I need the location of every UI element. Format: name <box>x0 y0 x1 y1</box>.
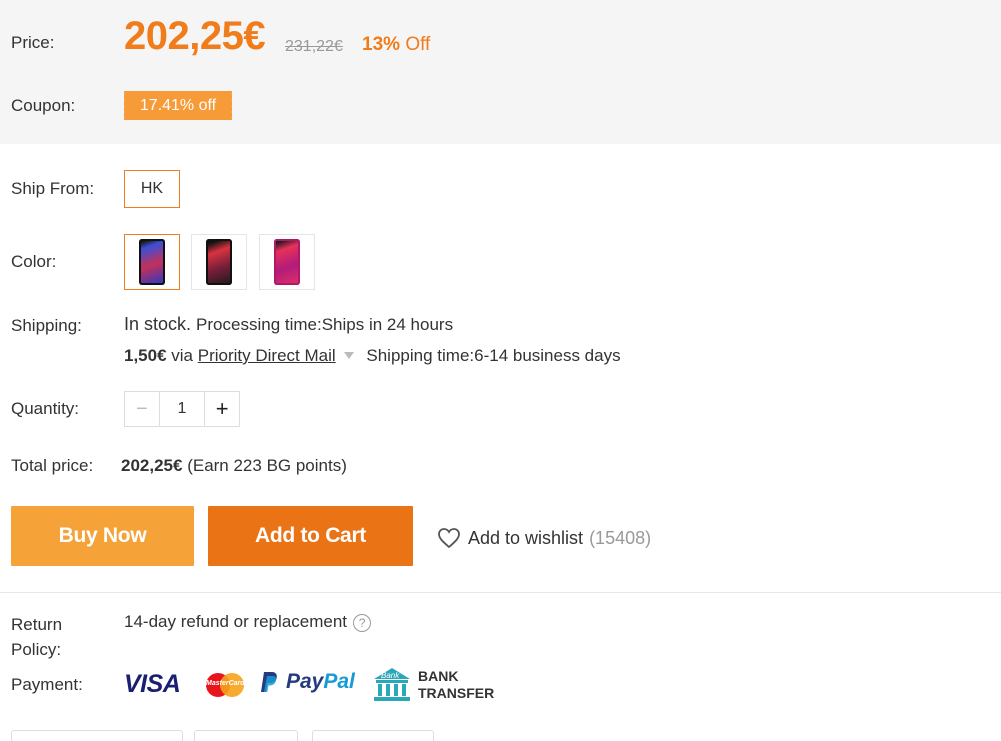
bank-icon-text: Bank <box>381 671 400 680</box>
return-policy-label-line2: Policy: <box>11 640 62 659</box>
shipping-via: via <box>171 346 194 365</box>
visa-logo: VISA <box>124 670 181 698</box>
coupon-tag[interactable]: 17.41% off <box>122 91 234 120</box>
ship-from-option-hk[interactable]: HK <box>124 170 180 208</box>
color-swatch-pink[interactable] <box>259 234 315 290</box>
wishlist-label: Add to wishlist <box>468 527 584 548</box>
wishlist-button[interactable]: Add to wishlist (15408) <box>437 527 651 549</box>
increment-button[interactable]: + <box>204 392 239 426</box>
shipping-time: Shipping time:6-14 business days <box>366 346 621 365</box>
stock-line: In stock. Processing time:Ships in 24 ho… <box>124 314 453 335</box>
return-policy-text: 14-day refund or replacement <box>124 612 348 631</box>
chevron-down-icon[interactable] <box>343 352 354 360</box>
ship-from-label: Ship From: <box>11 179 95 198</box>
discount-percent: 13% <box>362 34 401 55</box>
payment-label: Payment: <box>11 675 83 694</box>
return-policy-label-line1: Return <box>11 615 63 634</box>
return-policy: 14-day refund or replacement? <box>124 612 372 632</box>
phone-thumbnail <box>206 239 232 285</box>
stock-status: In stock. <box>124 314 192 334</box>
paypal-logo: Pay Pal <box>259 670 355 694</box>
paypal-text-pay: Pay <box>286 670 324 693</box>
buy-now-button[interactable]: Buy Now <box>11 506 194 566</box>
bottom-tab[interactable] <box>194 730 298 741</box>
return-policy-label: Return Policy: <box>11 612 62 662</box>
bottom-tab[interactable] <box>312 730 434 741</box>
original-price: 231,22€ <box>285 38 343 55</box>
total-price-label: Total price: <box>11 456 94 475</box>
bank-icon: Bank <box>372 666 412 702</box>
total-price-value: 202,25€ <box>121 456 183 475</box>
shipping-cost: 1,50€ <box>124 346 167 365</box>
bank-transfer-text: BANK TRANSFER <box>418 668 494 702</box>
quantity-stepper: − 1 + <box>124 391 240 427</box>
bottom-tab[interactable] <box>11 730 183 741</box>
current-price: 202,25€ <box>124 14 266 58</box>
processing-time: Processing time:Ships in 24 hours <box>196 315 454 334</box>
paypal-icon <box>261 672 277 692</box>
decrement-button[interactable]: − <box>125 392 160 426</box>
paypal-text-pal: Pal <box>323 670 355 693</box>
add-to-cart-button[interactable]: Add to Cart <box>208 506 413 566</box>
quantity-label: Quantity: <box>11 399 80 418</box>
shipping-method-line: 1,50€ via Priority Direct Mail Shipping … <box>124 346 621 366</box>
coupon-label: Coupon: <box>11 96 76 115</box>
phone-thumbnail <box>139 239 165 285</box>
color-label: Color: <box>11 252 57 271</box>
wishlist-count: (15408) <box>589 527 652 548</box>
phone-thumbnail <box>274 239 300 285</box>
heart-icon <box>438 528 460 549</box>
bank-transfer-line2: TRANSFER <box>418 685 495 701</box>
color-swatch-black[interactable] <box>191 234 247 290</box>
discount-badge: 13% Off <box>362 34 430 56</box>
bank-transfer-line1: BANK <box>418 668 459 684</box>
discount-word: Off <box>405 34 431 55</box>
shipping-label: Shipping: <box>11 316 82 335</box>
price-label: Price: <box>11 33 55 52</box>
help-icon[interactable]: ? <box>353 613 372 632</box>
total-price: 202,25€ (Earn 223 BG points) <box>121 456 347 476</box>
bg-points: (Earn 223 BG points) <box>187 456 347 475</box>
color-swatch-blue[interactable] <box>124 234 180 290</box>
section-divider <box>0 592 1001 593</box>
mastercard-logo: MasterCard <box>206 673 245 697</box>
mastercard-text: MasterCard <box>206 680 245 687</box>
shipping-method-link[interactable]: Priority Direct Mail <box>198 346 336 365</box>
quantity-input[interactable]: 1 <box>160 392 205 426</box>
